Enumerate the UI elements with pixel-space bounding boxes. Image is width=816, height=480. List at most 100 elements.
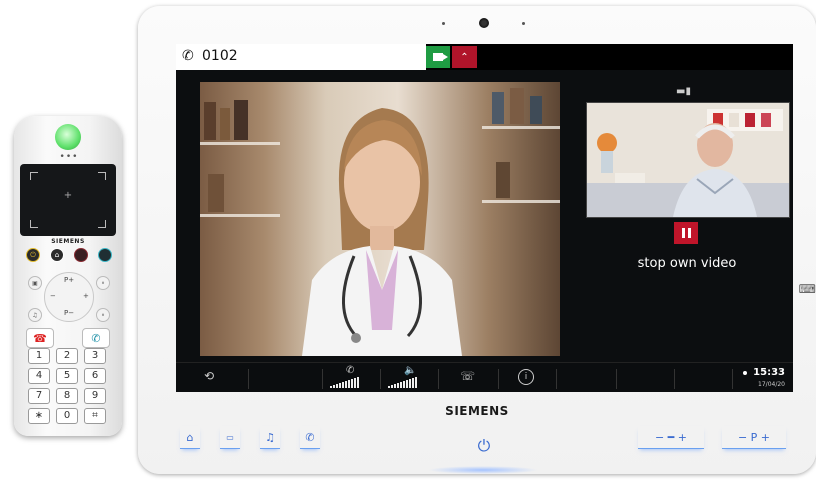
home-button[interactable]: ⌂	[50, 248, 64, 262]
key-9[interactable]: 9	[84, 388, 106, 404]
divider	[732, 369, 733, 389]
back-icon[interactable]: ⟲	[204, 369, 214, 383]
channel-down-label: P−	[64, 309, 75, 317]
tv-hw-button[interactable]: ▭	[220, 426, 240, 449]
navigation-ring[interactable]: P+ P− − +	[44, 272, 94, 322]
numeric-keypad: 1 2 3 4 5 6 7 8 9 ∗ 0 ⌗	[28, 348, 108, 424]
bedside-terminal: ⌨ ✆ 0102 ⌃ ▬▮ stop own video ⟲ ✆ 🔈 ☏ i 1…	[138, 6, 816, 474]
corner-mark	[30, 172, 38, 180]
hang-up-button[interactable]: ☎	[26, 328, 54, 348]
divider	[438, 369, 439, 389]
book	[496, 162, 510, 198]
power-glow	[428, 466, 538, 474]
shelf	[482, 200, 560, 203]
divider	[556, 369, 557, 389]
phone-hw-button[interactable]: ✆	[300, 426, 320, 449]
book	[530, 96, 542, 124]
remote-function-row: ⏻ ⌂	[26, 248, 112, 264]
key-2[interactable]: 2	[56, 348, 78, 364]
book	[510, 88, 524, 124]
stop-video-button[interactable]	[674, 222, 698, 244]
key-5[interactable]: 5	[56, 368, 78, 384]
home-hw-button[interactable]: ⌂	[180, 426, 200, 449]
handset-volume-icon: ✆	[346, 365, 355, 376]
book	[220, 108, 230, 140]
power-button[interactable]: ⏻	[26, 248, 40, 262]
key-3[interactable]: 3	[84, 348, 106, 364]
info-icon[interactable]: i	[518, 369, 534, 385]
remote-brand-label: SIEMENS	[51, 238, 85, 245]
answer-call-button[interactable]: ✆	[82, 328, 110, 348]
caller-info: ✆ 0102	[176, 44, 426, 70]
corner-mark	[98, 172, 106, 180]
terminal-brand-label: SIEMENS	[445, 404, 509, 418]
speaker-volume-slider[interactable]	[388, 377, 417, 388]
divider	[498, 369, 499, 389]
key-1[interactable]: 1	[28, 348, 50, 364]
caller-number: 0102	[202, 48, 238, 64]
handset-icon: ✆	[182, 48, 194, 64]
front-camera	[479, 18, 489, 28]
key-hash[interactable]: ⌗	[84, 408, 106, 424]
key-7[interactable]: 7	[28, 388, 50, 404]
yellow-key[interactable]: ⚬	[96, 276, 110, 290]
doctor-portrait	[302, 108, 462, 356]
status-dot	[743, 371, 747, 375]
red-function-button[interactable]	[74, 248, 88, 262]
center-cross: +	[63, 190, 73, 201]
power-hw-button[interactable]: ⏻	[474, 436, 494, 456]
sensor-dot	[522, 22, 525, 25]
clock-date: 17/04/20	[758, 381, 785, 388]
tv-key[interactable]: ▣	[28, 276, 42, 290]
remote-handset: ••• + SIEMENS ⏻ ⌂ ▣ ⚬ ♫ ⚬ P+ P− − + ☎ ✆ …	[14, 116, 122, 436]
indicator-dots: •••	[59, 152, 79, 162]
end-call-button[interactable]: ⌃	[452, 46, 477, 68]
key-8[interactable]: 8	[56, 388, 78, 404]
divider	[248, 369, 249, 389]
divider	[674, 369, 675, 389]
music-hw-button[interactable]: ♫	[260, 426, 280, 449]
remote-touchpad[interactable]: +	[20, 164, 116, 236]
patient-portrait	[587, 103, 789, 217]
touch-screen: ✆ 0102 ⌃ ▬▮ stop own video ⟲ ✆ 🔈 ☏ i 15:…	[176, 44, 793, 392]
shelf	[200, 214, 280, 217]
music-key[interactable]: ♫	[28, 308, 42, 322]
nurse-call-icon[interactable]: ☏	[460, 369, 475, 383]
key-star[interactable]: ∗	[28, 408, 50, 424]
book	[492, 92, 504, 124]
self-view-video	[586, 102, 790, 218]
shelf	[482, 126, 560, 129]
channel-up-label: P+	[64, 276, 75, 284]
stop-video-label: stop own video	[637, 256, 737, 271]
book	[204, 102, 216, 140]
self-view-icon: ▬▮	[676, 86, 691, 97]
video-call-button[interactable]	[426, 46, 450, 68]
shelf	[200, 142, 280, 145]
key-4[interactable]: 4	[28, 368, 50, 384]
key-6[interactable]: 6	[84, 368, 106, 384]
book	[234, 100, 248, 140]
teal-function-button[interactable]	[98, 248, 112, 262]
call-status-bar: ✆ 0102 ⌃	[176, 44, 793, 70]
card-reader-icon: ⌨	[798, 282, 816, 296]
speaker-volume-icon: 🔈	[404, 365, 417, 376]
program-hw-control[interactable]: − P +	[722, 426, 786, 449]
divider	[322, 369, 323, 389]
video-camera-icon	[433, 53, 448, 61]
volume-up-label: +	[83, 292, 89, 300]
bottom-toolbar: ⟲ ✆ 🔈 ☏ i 15:33 17/04/20	[176, 362, 793, 392]
corner-mark	[30, 220, 38, 228]
remote-video-feed	[200, 82, 560, 356]
volume-hw-control[interactable]: − ━ +	[638, 426, 704, 449]
book	[208, 174, 224, 212]
status-led	[55, 124, 81, 150]
clock-time: 15:33	[753, 367, 785, 378]
divider	[380, 369, 381, 389]
volume-down-label: −	[50, 292, 56, 300]
divider	[616, 369, 617, 389]
handset-volume-slider[interactable]	[330, 377, 359, 388]
sensor-dot	[442, 22, 445, 25]
key-0[interactable]: 0	[56, 408, 78, 424]
orange-key[interactable]: ⚬	[96, 308, 110, 322]
corner-mark	[98, 220, 106, 228]
